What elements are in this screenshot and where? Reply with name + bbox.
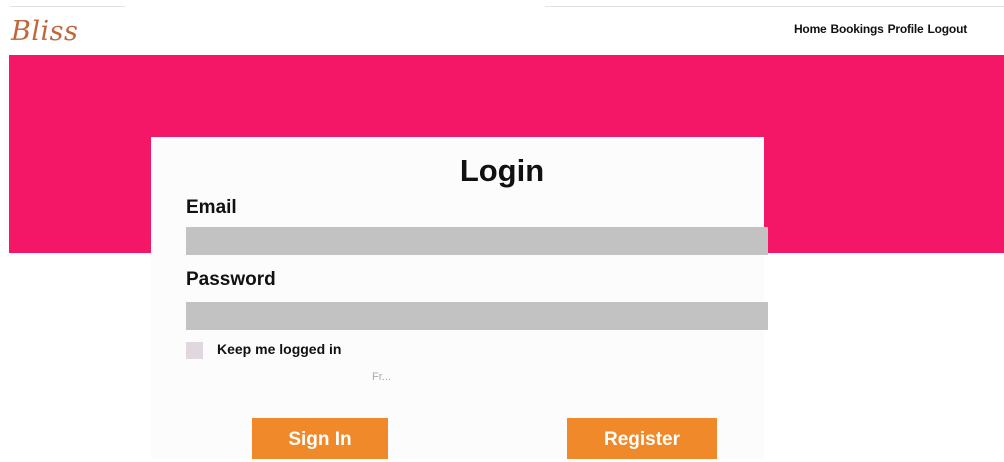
truncated-text: Fr... [372,371,391,383]
top-divider-left [10,6,125,7]
nav-bookings-link[interactable]: Bookings [831,22,884,36]
keep-logged-in-label: Keep me logged in [217,341,342,357]
top-nav: Home Bookings Profile Logout [794,22,967,36]
sign-in-button[interactable]: Sign In [252,418,388,459]
top-divider-right [545,6,1004,7]
password-label: Password [186,269,276,290]
password-field[interactable] [186,302,768,330]
nav-profile-link[interactable]: Profile [888,22,924,36]
logo[interactable]: Bliss [11,15,78,49]
keep-logged-in-checkbox[interactable] [186,342,203,359]
nav-logout-link[interactable]: Logout [928,22,968,36]
nav-home-link[interactable]: Home [794,22,827,36]
register-button[interactable]: Register [567,418,717,459]
email-label: Email [186,197,237,218]
page-title: Login [459,153,545,188]
email-field[interactable] [186,227,768,255]
